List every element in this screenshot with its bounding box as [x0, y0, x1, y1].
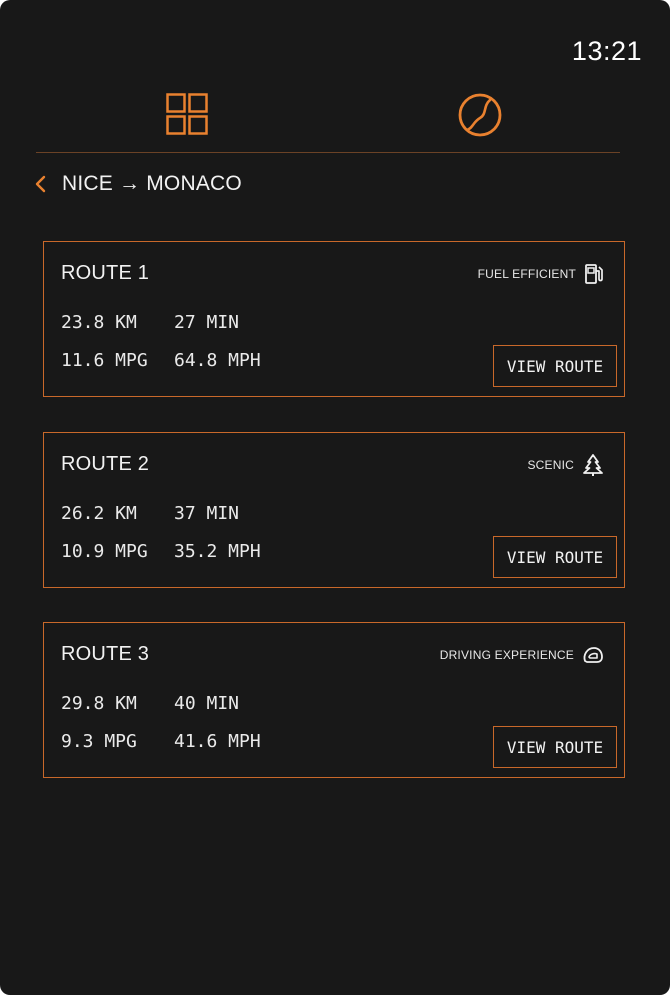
route-card: ROUTE 2 SCENIC 26.2 KM 37 MIN 10.9 MPG 3…	[43, 432, 625, 588]
route-distance: 29.8 KM	[61, 693, 137, 714]
route-distance: 23.8 KM	[61, 312, 137, 333]
breadcrumb: NICE → MONACO	[34, 170, 242, 198]
globe-icon	[458, 93, 502, 137]
route-title: NICE → MONACO	[62, 172, 242, 195]
route-name: ROUTE 3	[61, 643, 150, 665]
route-name: ROUTE 2	[61, 453, 150, 475]
route-mpg: 11.6 MPG	[61, 350, 148, 371]
route-duration: 37 MIN	[174, 503, 240, 524]
tree-icon	[583, 454, 603, 476]
route-duration: 40 MIN	[174, 693, 240, 714]
route-duration: 27 MIN	[174, 312, 240, 333]
back-button[interactable]	[34, 170, 56, 198]
grid-icon	[166, 93, 208, 135]
route-tag: SCENIC	[527, 453, 604, 477]
route-tag: FUEL EFFICIENT	[478, 262, 604, 286]
route-tag-label: FUEL EFFICIENT	[477, 267, 576, 281]
route-card: ROUTE 3 DRIVING EXPERIENCE 29.8 KM 40 MI…	[43, 622, 625, 778]
top-nav	[36, 84, 620, 153]
chevron-left-icon	[35, 175, 46, 193]
route-tag-label: DRIVING EXPERIENCE	[439, 648, 574, 662]
route-name: ROUTE 1	[61, 262, 150, 284]
route-distance: 26.2 KM	[61, 503, 137, 524]
route-speed: 41.6 MPH	[174, 731, 261, 752]
route-speed: 35.2 MPH	[174, 541, 261, 562]
route-tag-label: SCENIC	[527, 458, 574, 472]
route-speed: 64.8 MPH	[174, 350, 261, 371]
route-mpg: 10.9 MPG	[61, 541, 148, 562]
route-card: ROUTE 1 FUEL EFFICIENT 23.8 KM 27 MIN 11…	[43, 241, 625, 397]
view-route-button[interactable]: VIEW ROUTE	[493, 726, 617, 768]
helmet-icon	[583, 647, 603, 663]
route-mpg: 9.3 MPG	[61, 731, 137, 752]
globe-nav-button[interactable]	[455, 90, 505, 140]
view-route-button[interactable]: VIEW ROUTE	[493, 536, 617, 578]
route-tag: DRIVING EXPERIENCE	[440, 643, 604, 667]
status-clock: 13:21	[571, 36, 642, 66]
fuel-pump-icon	[585, 264, 603, 284]
app-screen: 13:21 NICE → MONACO ROUTE 1 FUEL EFFICIE…	[0, 0, 670, 995]
view-route-button[interactable]: VIEW ROUTE	[493, 345, 617, 387]
grid-nav-button[interactable]	[163, 90, 213, 140]
